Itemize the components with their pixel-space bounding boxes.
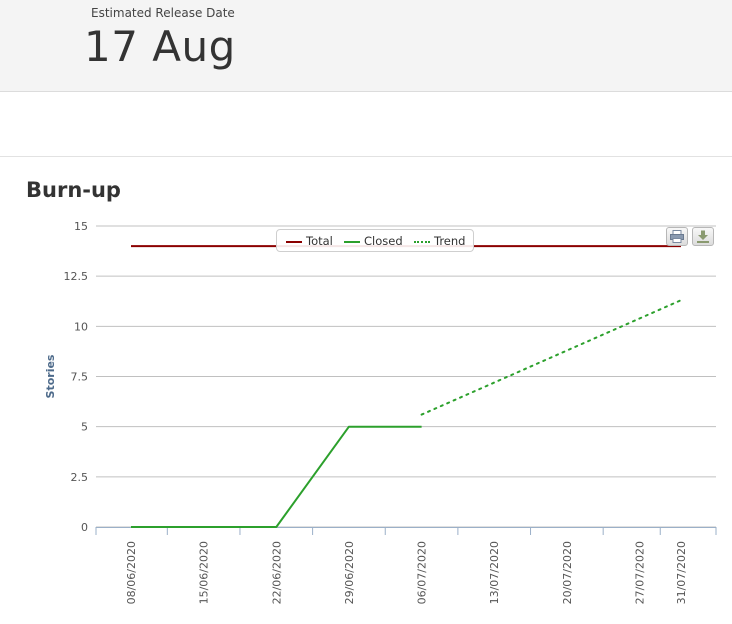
legend-label-closed: Closed — [364, 234, 403, 248]
y-tick-label: 12.5 — [64, 270, 89, 283]
legend-swatch-total — [286, 241, 302, 243]
print-chart-button[interactable] — [666, 227, 688, 246]
y-tick-label: 2.5 — [71, 471, 89, 484]
burnup-dashboard: Estimated Release Date 17 Aug Burn-up 02… — [0, 0, 732, 624]
download-chart-button[interactable] — [692, 227, 714, 246]
x-tick-label: 27/07/2020 — [633, 541, 646, 604]
chart-legend: Total Closed Trend — [276, 229, 474, 252]
chart-axes — [95, 527, 717, 535]
x-tick-label: 06/07/2020 — [416, 541, 429, 604]
series-line-trend — [420, 299, 682, 416]
y-tick-label: 10 — [74, 320, 88, 333]
download-icon — [697, 230, 709, 243]
burnup-chart: 0 2.5 5 7.5 10 12.5 15 08/06/2020 15/06/2020 22/0… — [44, 220, 717, 604]
x-tick-label: 29/06/2020 — [343, 541, 356, 604]
y-tick-label: 5 — [81, 421, 88, 434]
chart-labels: 0 2.5 5 7.5 10 12.5 15 08/06/2020 15/06/2020 22/0… — [44, 220, 688, 604]
legend-label-trend: Trend — [434, 234, 466, 248]
y-axis-title: Stories — [44, 354, 57, 398]
x-tick-label: 08/06/2020 — [125, 541, 138, 604]
y-tick-label: 15 — [74, 220, 88, 233]
x-tick-label: 15/06/2020 — [198, 541, 211, 604]
legend-swatch-trend — [414, 241, 430, 243]
chart-grid — [96, 225, 716, 528]
y-tick-label: 0 — [81, 521, 88, 534]
x-tick-label: 31/07/2020 — [675, 541, 688, 604]
legend-label-total: Total — [306, 234, 333, 248]
y-tick-label: 7.5 — [71, 371, 89, 384]
legend-swatch-closed — [344, 241, 360, 243]
x-tick-label: 13/07/2020 — [488, 541, 501, 604]
chart-series — [131, 245, 682, 528]
printer-icon — [670, 230, 684, 243]
x-tick-label: 22/06/2020 — [270, 541, 283, 604]
x-tick-label: 20/07/2020 — [561, 541, 574, 604]
